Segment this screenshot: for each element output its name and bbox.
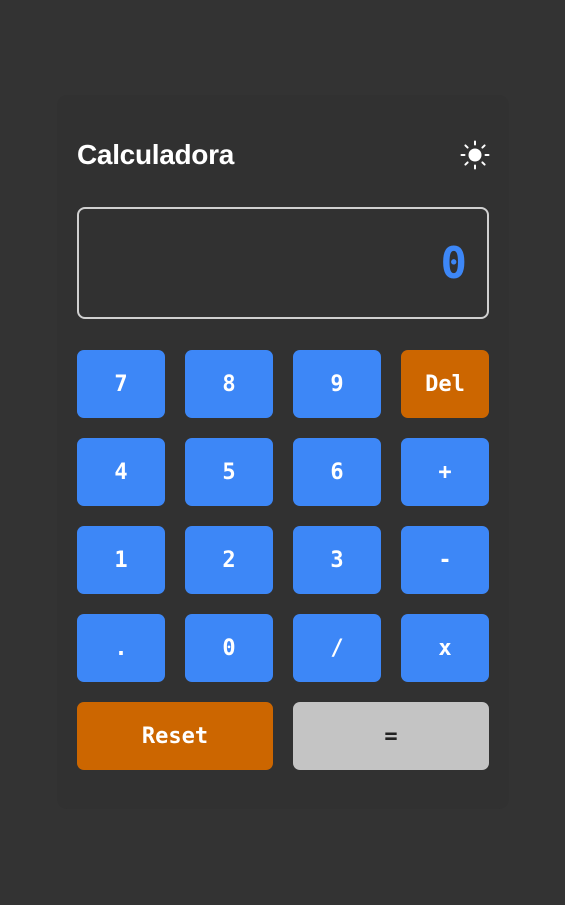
decimal-point-button[interactable]: . [77, 614, 165, 682]
key-8-button[interactable]: 8 [185, 350, 273, 418]
page-title: Calculadora [77, 139, 234, 170]
multiply-button[interactable]: x [401, 614, 489, 682]
calculator-card: Calculadora 0 7 8 9 Del 4 5 6 + 1 2 3 - … [57, 95, 509, 809]
minus-button[interactable]: - [401, 526, 489, 594]
calculator-header: Calculadora [77, 137, 491, 173]
display-value: 0 [440, 237, 468, 289]
theme-toggle-button[interactable] [459, 139, 491, 171]
delete-button[interactable]: Del [401, 350, 489, 418]
equals-button[interactable]: = [293, 702, 489, 770]
key-2-button[interactable]: 2 [185, 526, 273, 594]
key-9-button[interactable]: 9 [293, 350, 381, 418]
key-6-button[interactable]: 6 [293, 438, 381, 506]
key-7-button[interactable]: 7 [77, 350, 165, 418]
calculator-display: 0 [77, 207, 489, 319]
key-4-button[interactable]: 4 [77, 438, 165, 506]
reset-button[interactable]: Reset [77, 702, 273, 770]
key-1-button[interactable]: 1 [77, 526, 165, 594]
keypad: 7 8 9 Del 4 5 6 + 1 2 3 - . 0 / x Reset … [77, 350, 489, 770]
key-3-button[interactable]: 3 [293, 526, 381, 594]
sun-icon [460, 140, 490, 170]
plus-button[interactable]: + [401, 438, 489, 506]
divide-button[interactable]: / [293, 614, 381, 682]
key-5-button[interactable]: 5 [185, 438, 273, 506]
key-0-button[interactable]: 0 [185, 614, 273, 682]
